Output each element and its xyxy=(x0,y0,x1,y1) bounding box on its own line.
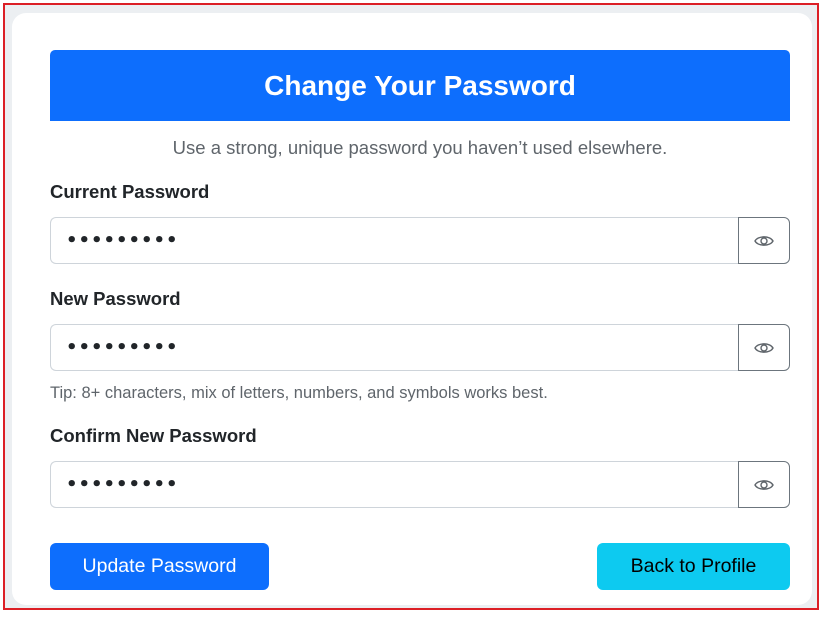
new-password-group xyxy=(50,324,790,371)
update-password-button[interactable]: Update Password xyxy=(50,543,269,590)
eye-icon xyxy=(754,235,774,246)
page-frame: Change Your Password Use a strong, uniqu… xyxy=(3,3,819,610)
card-header: Change Your Password xyxy=(50,50,790,121)
password-tip: Tip: 8+ characters, mix of letters, numb… xyxy=(50,384,548,402)
current-password-group xyxy=(50,217,790,264)
new-password-label: New Password xyxy=(50,288,181,309)
page-title: Change Your Password xyxy=(264,69,576,101)
password-card: Change Your Password Use a strong, uniqu… xyxy=(12,13,812,605)
toggle-confirm-password-button[interactable] xyxy=(738,461,790,508)
current-password-input[interactable] xyxy=(50,217,738,264)
back-to-profile-button[interactable]: Back to Profile xyxy=(597,543,790,590)
toggle-new-password-button[interactable] xyxy=(738,324,790,371)
confirm-password-input[interactable] xyxy=(50,461,738,508)
eye-icon xyxy=(754,342,774,353)
confirm-password-group xyxy=(50,461,790,508)
confirm-password-label: Confirm New Password xyxy=(50,425,257,446)
toggle-current-password-button[interactable] xyxy=(738,217,790,264)
subtitle: Use a strong, unique password you haven’… xyxy=(172,137,668,158)
new-password-input[interactable] xyxy=(50,324,738,371)
current-password-label: Current Password xyxy=(50,181,210,202)
eye-icon xyxy=(754,479,774,490)
